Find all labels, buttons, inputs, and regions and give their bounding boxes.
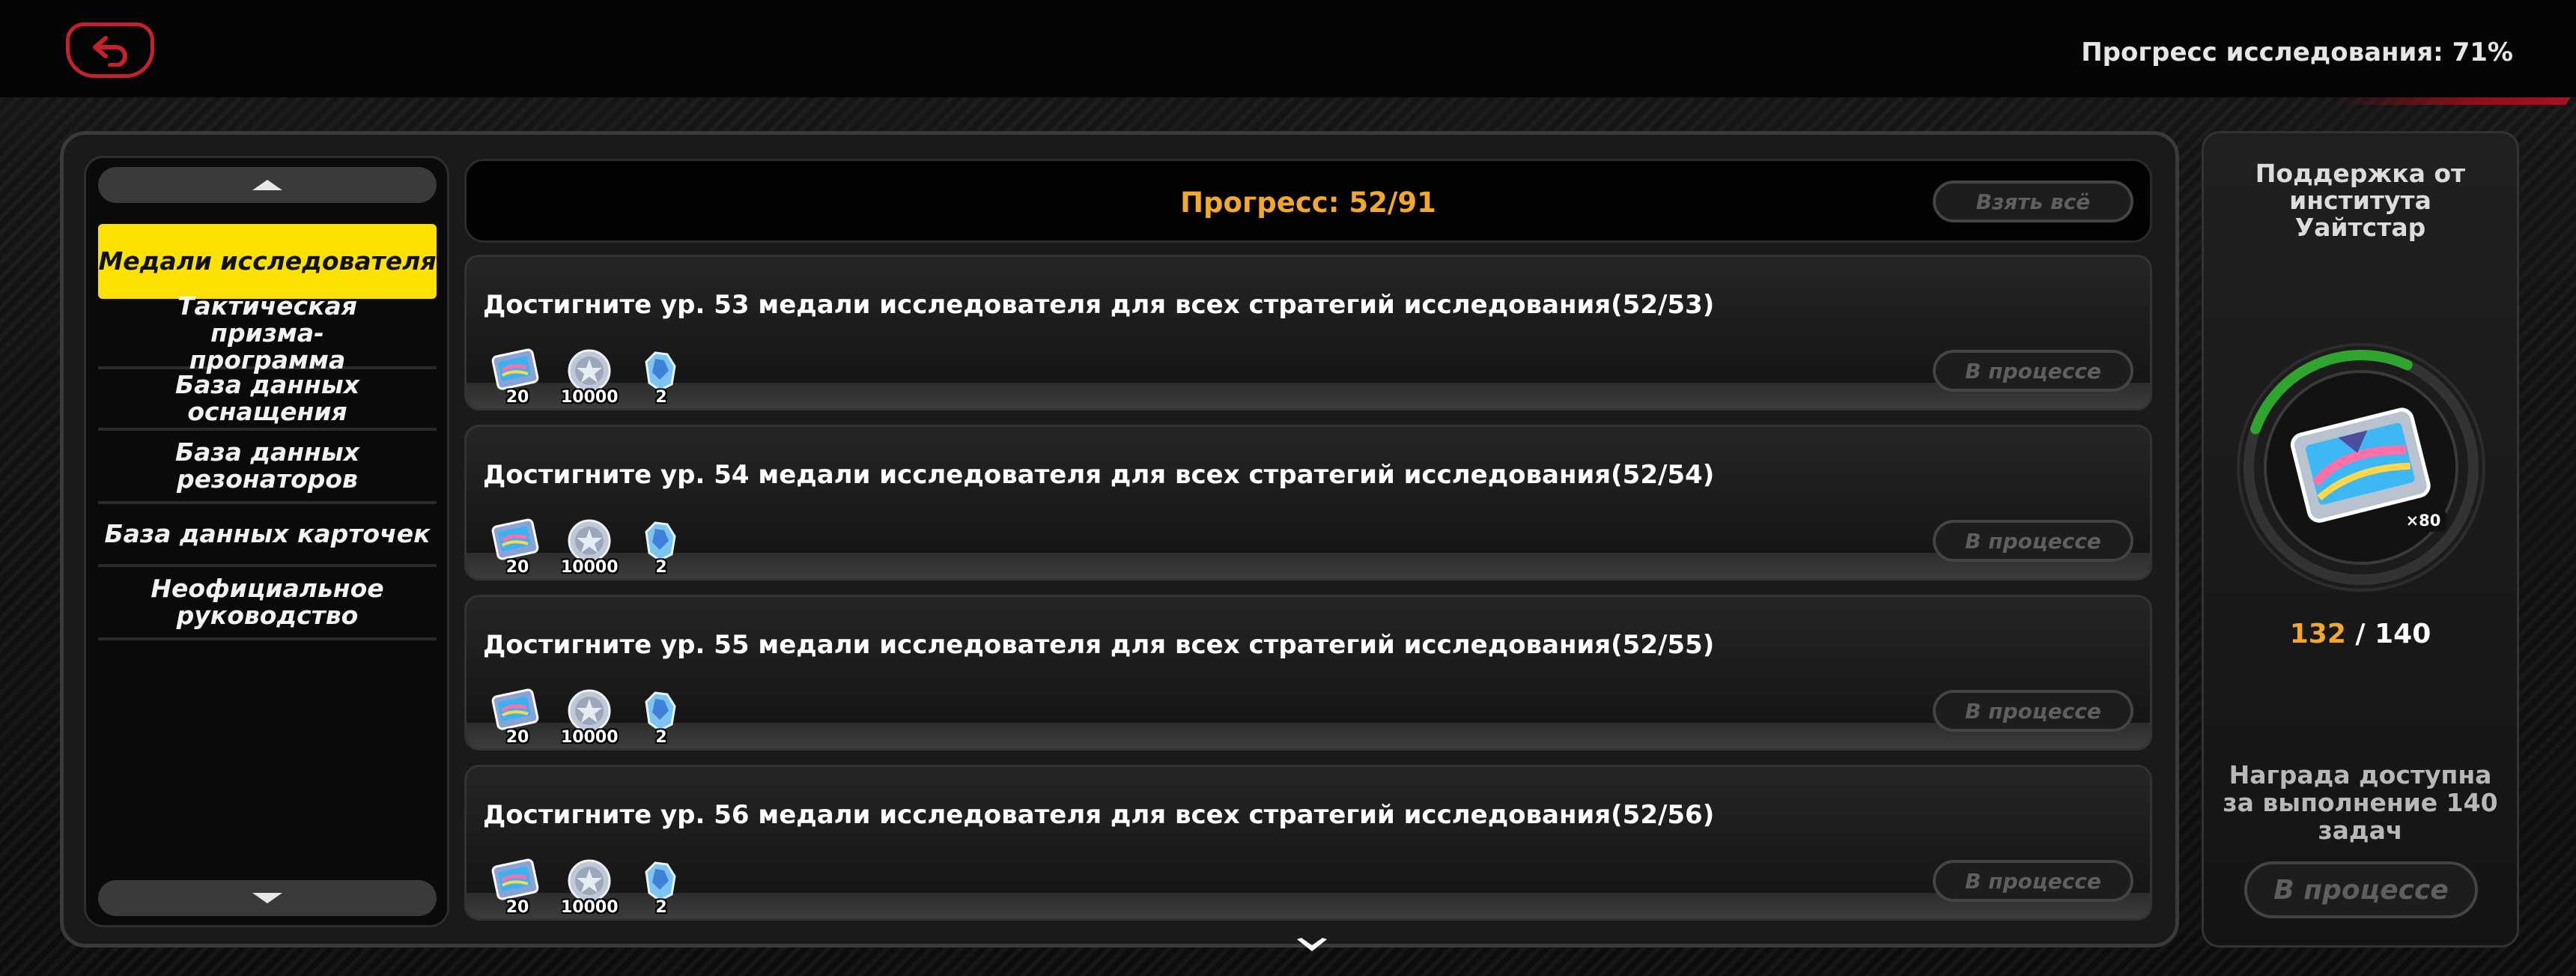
film-reel-icon[interactable]: 20 — [489, 345, 546, 407]
nav-item-label: База данных карточек — [104, 519, 431, 548]
chevron-down-icon — [252, 893, 282, 903]
research-progress-text: Прогресс исследования: 71% — [2081, 37, 2513, 67]
reward-condition-text: Награда доступна за выполнение 140 задач — [2223, 760, 2498, 845]
task-card: Достигните ур. 56 медали исследователя д… — [464, 765, 2152, 921]
task-title: Достигните ур. 53 медали исследователя д… — [483, 290, 1715, 320]
reward-task-count: 132 / 140 — [2204, 619, 2517, 649]
task-card: Достигните ур. 53 медали исследователя д… — [464, 255, 2152, 410]
silver-coin-icon[interactable]: 10000 — [561, 515, 619, 577]
reward-count: 10000 — [561, 388, 619, 407]
nav-item-resonator-db[interactable]: База данных резонаторов — [98, 431, 437, 504]
task-status-button[interactable]: В процессе — [1933, 860, 2133, 902]
reward-list: 20 10000 2 — [489, 515, 690, 577]
nav-scroll-down-button[interactable] — [98, 880, 437, 916]
nav-item-researcher-medals[interactable]: Медали исследователя — [98, 224, 437, 299]
category-sidebar: Медали исследователя Тактическая призма-… — [84, 156, 449, 927]
support-panel-title: Поддержка от института Уайтстар — [2255, 159, 2466, 242]
task-status-button[interactable]: В процессе — [1933, 690, 2133, 732]
back-button[interactable] — [66, 22, 154, 78]
task-card: Достигните ур. 55 медали исследователя д… — [464, 595, 2152, 751]
nav-item-label: Медали исследователя — [98, 246, 437, 276]
crystal-material-icon[interactable]: 2 — [633, 685, 690, 747]
film-reel-icon[interactable]: 20 — [489, 855, 546, 917]
film-reel-icon[interactable]: 20 — [489, 685, 546, 747]
silver-coin-icon[interactable]: 10000 — [561, 685, 619, 747]
reward-count: 20 — [505, 728, 529, 747]
reward-list: 20 10000 2 — [489, 685, 690, 747]
nav-scroll-up-button[interactable] — [98, 167, 437, 203]
reward-count: 20 — [505, 898, 529, 917]
reward-count: 10000 — [561, 558, 619, 577]
reward-count: 2 — [655, 558, 667, 577]
reward-count: 10000 — [561, 728, 619, 747]
claim-all-button[interactable]: Взять всё — [1933, 181, 2133, 222]
institute-support-panel: Поддержка от института Уайтстар ×80 132 … — [2202, 131, 2519, 948]
completed-count: 132 — [2289, 619, 2346, 649]
nav-item-label: Неофициальное руководство — [151, 574, 384, 630]
task-title: Достигните ур. 55 медали исследователя д… — [483, 630, 1715, 660]
silver-coin-icon[interactable]: 10000 — [561, 855, 619, 917]
scroll-more-chevron-icon[interactable] — [1295, 936, 1328, 953]
task-status-button[interactable]: В процессе — [1933, 350, 2133, 392]
film-reel-icon[interactable]: 20 — [489, 515, 546, 577]
reward-count: 10000 — [561, 898, 619, 917]
crystal-material-icon[interactable]: 2 — [633, 855, 690, 917]
total-count: / 140 — [2345, 619, 2431, 649]
nav-item-label: База данных резонаторов — [174, 437, 359, 494]
nav-item-equipment-db[interactable]: База данных оснащения — [98, 369, 437, 431]
reward-multiplier: ×80 — [2406, 512, 2441, 530]
nav-item-label: База данных оснащения — [174, 370, 359, 426]
crystal-material-icon[interactable]: 2 — [633, 345, 690, 407]
nav-item-label: Тактическая призма-программа — [177, 291, 357, 375]
nav-item-tactical-prism[interactable]: Тактическая призма-программа — [98, 293, 437, 374]
progress-header: Прогресс: 52/91 Взять всё — [464, 159, 2152, 243]
reward-count: 20 — [505, 558, 529, 577]
nav-item-card-db[interactable]: База данных карточек — [98, 504, 437, 567]
support-reward-status-button[interactable]: В процессе — [2244, 861, 2478, 918]
reward-progress-ring: ×80 — [2237, 343, 2485, 592]
nav-item-unofficial-guide[interactable]: Неофициальное руководство — [98, 567, 437, 640]
reward-count: 2 — [655, 388, 667, 407]
reward-count: 2 — [655, 898, 667, 917]
task-title: Достигните ур. 56 медали исследователя д… — [483, 800, 1715, 830]
task-progress-text: Прогресс: 52/91 — [1180, 187, 1436, 219]
return-arrow-icon — [93, 36, 127, 67]
reward-count: 20 — [505, 388, 529, 407]
reward-count: 2 — [655, 728, 667, 747]
task-status-button[interactable]: В процессе — [1933, 520, 2133, 562]
silver-coin-icon[interactable]: 10000 — [561, 345, 619, 407]
task-card: Достигните ур. 54 медали исследователя д… — [464, 425, 2152, 581]
reward-list: 20 10000 2 — [489, 855, 690, 917]
crystal-material-icon[interactable]: 2 — [633, 515, 690, 577]
chevron-up-icon — [252, 180, 282, 190]
reward-list: 20 10000 2 — [489, 345, 690, 407]
task-title: Достигните ур. 54 медали исследователя д… — [483, 460, 1715, 490]
